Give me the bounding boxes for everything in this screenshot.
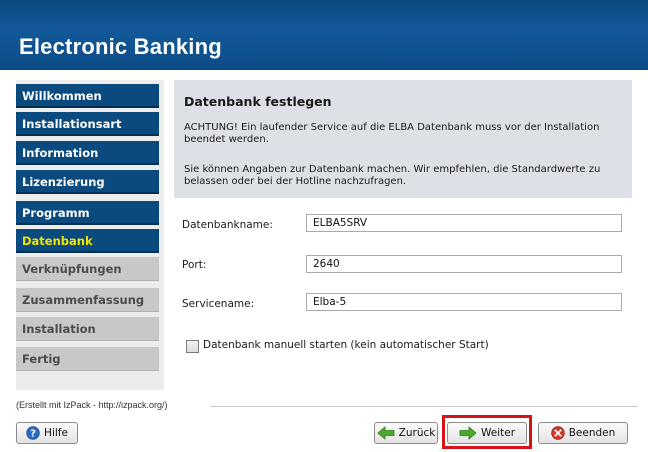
sidebar-item-installationsart: Installationsart [16, 112, 159, 136]
next-button-highlight [442, 415, 532, 449]
sidebar-item-datenbank: Datenbank [16, 229, 159, 253]
quit-label: Beenden [568, 427, 616, 439]
servicename-label: Servicename: [182, 298, 255, 310]
panel-title: Datenbank festlegen [184, 94, 332, 109]
step-sidebar: Willkommen Installationsart Information … [16, 80, 164, 390]
help-label: Hilfe [44, 427, 68, 439]
info-panel: Datenbank festlegen ACHTUNG! Ein laufend… [174, 80, 632, 198]
hint-text: Sie können Angaben zur Datenbank machen.… [184, 164, 601, 187]
quit-button[interactable]: Beenden [538, 422, 628, 444]
sidebar-item-lizenzierung: Lizenzierung [16, 170, 159, 194]
back-label: Zurück [398, 427, 436, 439]
sidebar-item-verknuepfungen: Verknüpfungen [16, 257, 159, 281]
close-icon [551, 426, 565, 440]
manual-start-label: Datenbank manuell starten (kein automati… [203, 339, 489, 351]
main-panel: Datenbank festlegen ACHTUNG! Ein laufend… [166, 80, 638, 390]
warning-text: ACHTUNG! Ein laufender Service auf die E… [184, 122, 600, 145]
app-header: Electronic Banking [0, 0, 648, 70]
arrow-left-icon [377, 426, 395, 440]
izpack-credit: (Erstellt mit IzPack - http://izpack.org… [16, 400, 168, 410]
help-icon: ? [26, 426, 40, 440]
sidebar-item-fertig: Fertig [16, 347, 159, 371]
back-button[interactable]: Zurück [374, 422, 438, 444]
footer-divider [210, 406, 638, 407]
sidebar-item-zusammenfassung: Zusammenfassung [16, 288, 159, 312]
sidebar-item-programm: Programm [16, 201, 159, 225]
port-input[interactable]: 2640 [306, 255, 622, 273]
app-title: Electronic Banking [19, 34, 222, 59]
dbname-label: Datenbankname: [182, 219, 273, 231]
servicename-input[interactable]: Elba-5 [306, 293, 622, 311]
sidebar-item-installation: Installation [16, 317, 159, 341]
help-button[interactable]: ? Hilfe [16, 422, 78, 444]
dbname-input[interactable]: ELBA5SRV [306, 214, 622, 232]
sidebar-item-information: Information [16, 141, 159, 165]
port-label: Port: [182, 259, 207, 271]
svg-text:?: ? [30, 429, 36, 440]
manual-start-checkbox[interactable] [186, 340, 199, 353]
sidebar-item-willkommen: Willkommen [16, 84, 159, 108]
